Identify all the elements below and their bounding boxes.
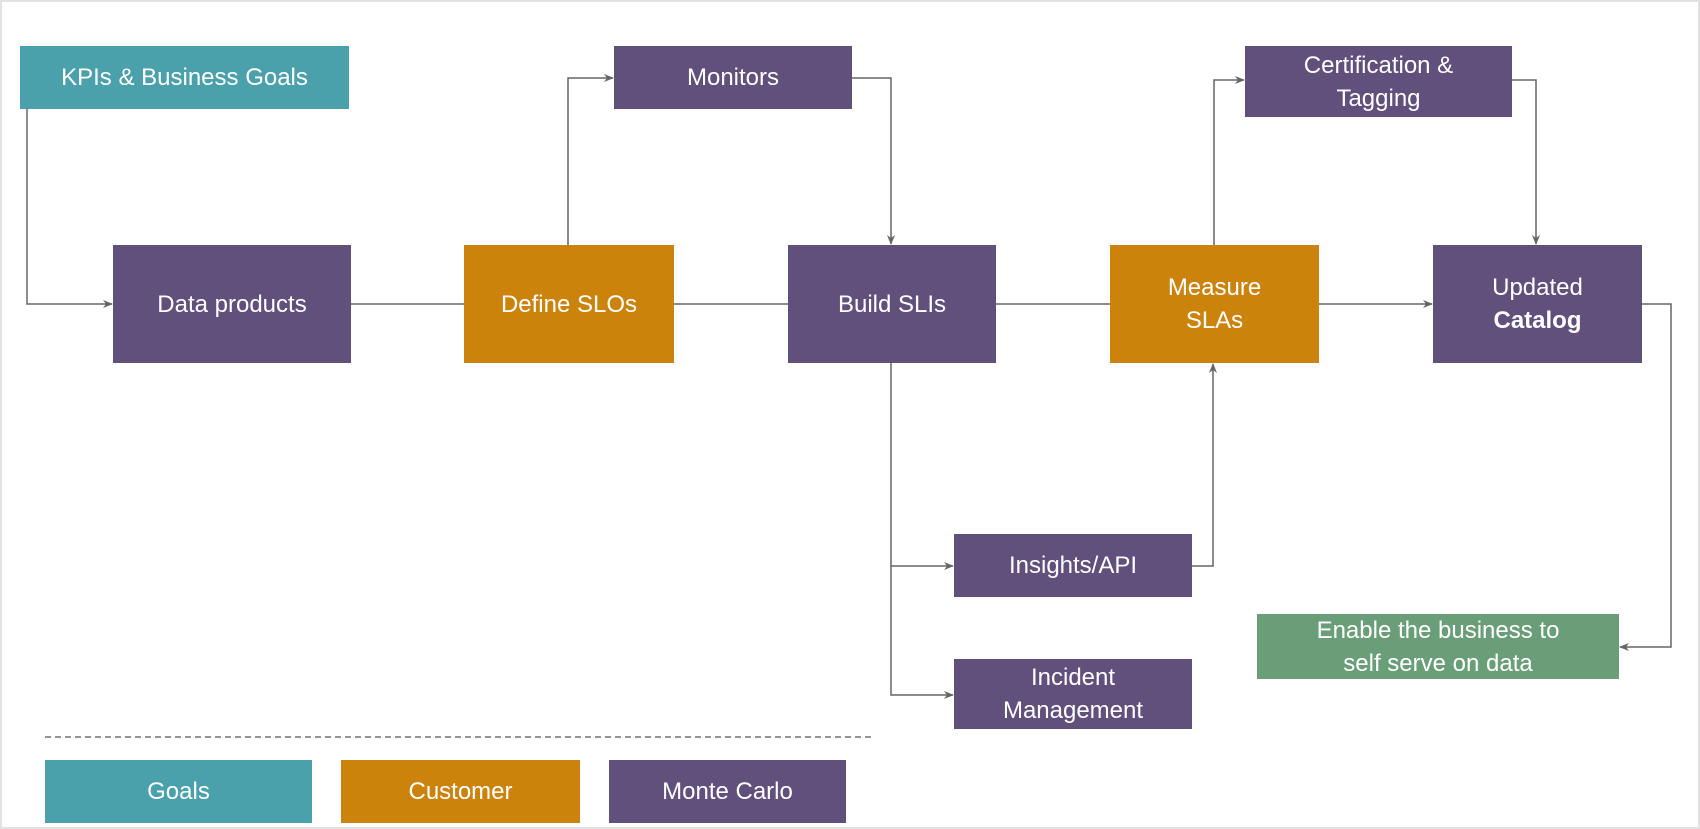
node-label: Monitors <box>686 64 780 91</box>
edge-define-slos-monitors <box>567 74 614 245</box>
node-label-bold: Catalog <box>1493 307 1582 334</box>
legend-label: Customer <box>408 778 513 805</box>
node-label: Incident <box>1030 664 1116 691</box>
node-label: Measure SLAs <box>1167 274 1262 334</box>
legend-monte-carlo: Monte Carlo <box>609 760 846 823</box>
edge-certification-catalog <box>1512 79 1540 245</box>
node-label: self serve on data <box>1343 649 1533 677</box>
edge-insights-measure-slas <box>1192 363 1217 567</box>
node-label: Define SLOs <box>500 290 638 318</box>
legend-label: Goals <box>147 778 210 805</box>
diagram-canvas: KPIs & Business Goals Data products Defi… <box>0 0 1700 829</box>
edge-monitors-build-slis <box>852 77 895 245</box>
node-label: Enable the business to <box>1316 616 1560 644</box>
node-label: Insights/API <box>1008 552 1138 579</box>
edge-kpis-data-products <box>26 109 113 308</box>
node-label: Data products <box>157 290 307 318</box>
node-label: KPIs & Business Goals <box>61 64 308 91</box>
node-define-slos: Define SLOs <box>464 245 674 363</box>
edge-measure-slas-certification <box>1213 76 1245 245</box>
node-label: Management <box>1002 697 1144 724</box>
legend-label: Monte Carlo <box>662 778 793 805</box>
node-monitors: Monitors <box>614 46 852 109</box>
legend-customer: Customer <box>341 760 580 823</box>
node-label: Tagging <box>1336 84 1421 112</box>
node-label: Updated <box>1492 274 1583 301</box>
node-data-products: Data products <box>113 245 351 363</box>
legend-goals: Goals <box>45 760 312 823</box>
node-label: Build SLIs <box>837 290 947 318</box>
node-label: Certification & <box>1303 51 1454 79</box>
node-insights-api: Insights/API <box>954 534 1192 597</box>
node-certification-tagging: Certification & Tagging <box>1245 46 1512 117</box>
node-updated-catalog: Updated Catalog <box>1433 245 1642 363</box>
node-build-slis: Build SLIs <box>788 245 996 363</box>
node-enable-self-serve: Enable the business to self serve on dat… <box>1257 614 1619 679</box>
connectors <box>26 74 1672 738</box>
edge-build-slis-insights <box>890 363 954 570</box>
node-kpis: KPIs & Business Goals <box>20 46 349 109</box>
edge-build-slis-incident <box>890 566 954 699</box>
node-incident-management: Incident Management <box>954 659 1192 729</box>
node-measure-slas: Measure SLAs <box>1110 245 1319 363</box>
